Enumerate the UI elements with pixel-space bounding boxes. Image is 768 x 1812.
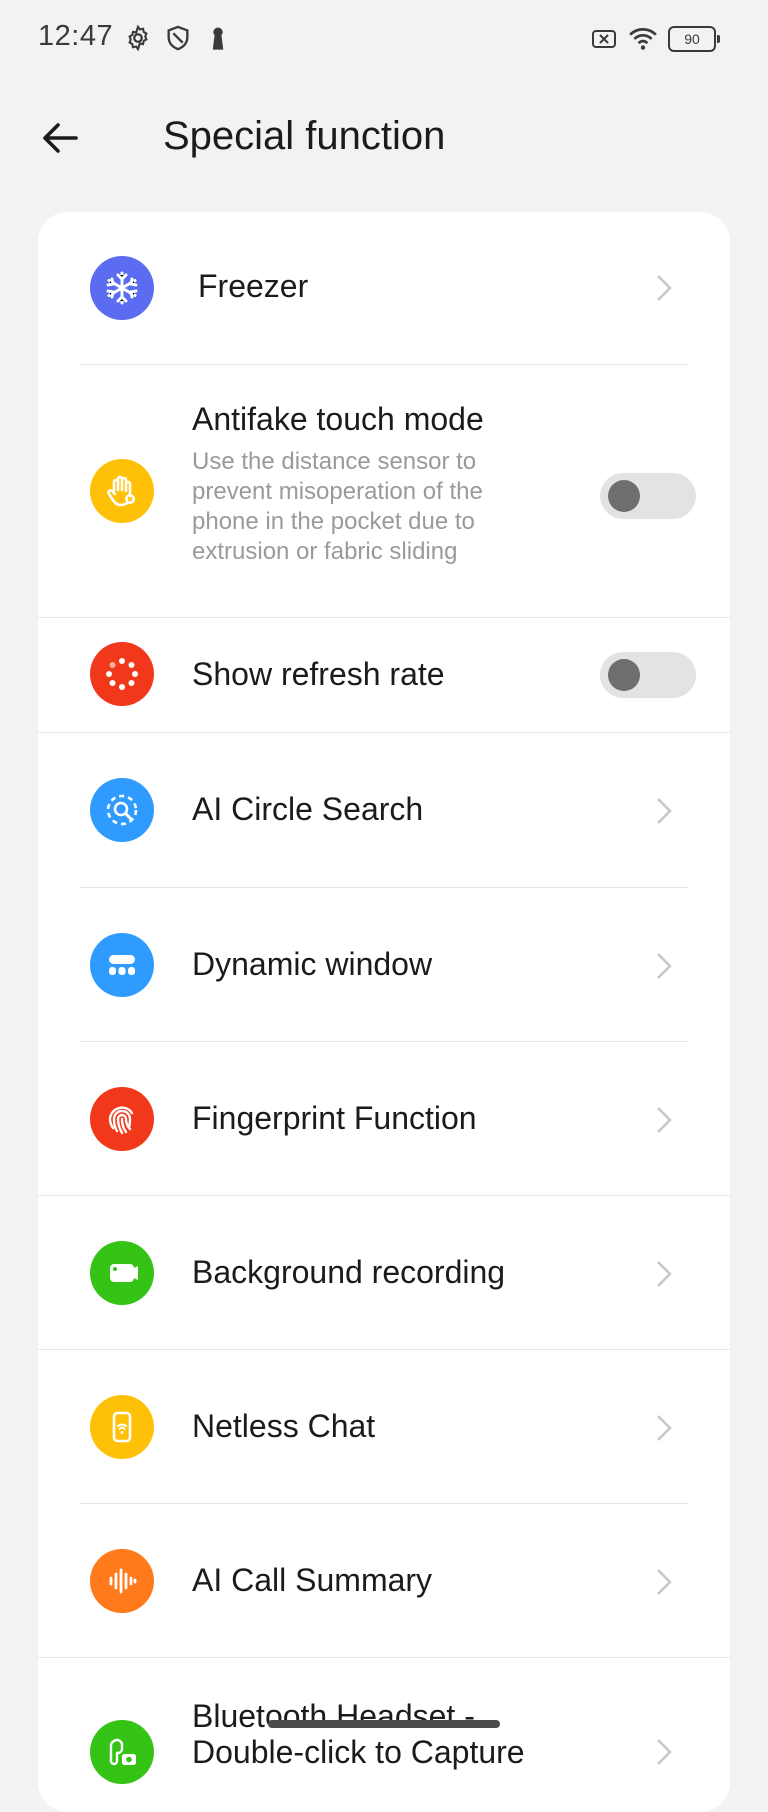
item-label: Netless Chat: [192, 1408, 376, 1444]
antifake-touch-toggle[interactable]: [600, 473, 696, 519]
chevron-right-icon: [657, 798, 672, 824]
refresh-dots-icon: [90, 642, 154, 706]
page-title: Special function: [163, 114, 446, 158]
toggle-knob: [608, 659, 640, 691]
circle-search-icon: [90, 778, 154, 842]
item-label: Background recording: [192, 1254, 506, 1290]
item-label: Freezer: [198, 268, 309, 304]
status-bar: 12:47 90: [0, 0, 768, 78]
status-time: 12:47: [38, 20, 114, 52]
fingerprint-icon: [90, 1087, 154, 1151]
item-description: Use the distance sensor to prevent misop…: [192, 448, 483, 565]
settings-card: Freezer Antifake touch mode Use the dist…: [38, 212, 730, 1812]
hand-icon: [90, 459, 154, 523]
list-item-bluetooth-headset-capture[interactable]: Bluetooth Headset - Double-click to Capt…: [38, 1658, 730, 1812]
list-item-ai-circle-search[interactable]: AI Circle Search: [38, 733, 730, 887]
status-icons-left: [124, 24, 232, 52]
chevron-right-icon: [657, 1261, 672, 1287]
item-label: AI Circle Search: [192, 791, 424, 827]
list-item-show-refresh-rate[interactable]: Show refresh rate: [38, 618, 730, 732]
recording-icon: [90, 1241, 154, 1305]
keyhole-icon: [212, 27, 224, 50]
item-label: Antifake touch mode: [192, 401, 484, 437]
chevron-right-icon: [657, 275, 672, 301]
list-item-dynamic-window[interactable]: Dynamic window: [38, 888, 730, 1042]
show-refresh-rate-toggle[interactable]: [600, 652, 696, 698]
wifi-icon: [629, 28, 657, 50]
toggle-knob: [608, 480, 640, 512]
battery-indicator: 90: [668, 26, 720, 52]
sim-off-icon: [592, 30, 616, 48]
chevron-right-icon: [657, 953, 672, 979]
headset-camera-icon: [90, 1720, 154, 1784]
status-icons-right: 90: [590, 26, 720, 52]
audio-wave-icon: [90, 1549, 154, 1613]
chevron-right-icon: [657, 1739, 672, 1765]
chevron-right-icon: [657, 1415, 672, 1441]
item-label: Bluetooth Headset - Double-click to Capt…: [192, 1698, 525, 1770]
item-label: Dynamic window: [192, 946, 433, 982]
list-item-background-recording[interactable]: Background recording: [38, 1196, 730, 1350]
back-arrow-icon[interactable]: [36, 114, 84, 162]
header: Special function: [0, 100, 768, 180]
phone-wave-icon: [90, 1395, 154, 1459]
item-label: AI Call Summary: [192, 1562, 433, 1598]
snowflake-icon: [90, 256, 154, 320]
dynamic-window-icon: [90, 933, 154, 997]
chevron-right-icon: [657, 1569, 672, 1595]
shield-icon: [167, 25, 189, 51]
chevron-right-icon: [657, 1107, 672, 1133]
list-item-antifake-touch-mode[interactable]: Antifake touch mode Use the distance sen…: [38, 365, 730, 617]
list-item-netless-chat[interactable]: Netless Chat: [38, 1350, 730, 1504]
home-indicator[interactable]: [268, 1720, 500, 1728]
list-item-ai-call-summary[interactable]: AI Call Summary: [38, 1504, 730, 1658]
settings-icon: [128, 24, 148, 52]
item-label: Fingerprint Function: [192, 1100, 477, 1136]
list-item-freezer[interactable]: Freezer: [38, 212, 730, 364]
list-item-fingerprint-function[interactable]: Fingerprint Function: [38, 1042, 730, 1196]
item-label: Show refresh rate: [192, 656, 445, 692]
